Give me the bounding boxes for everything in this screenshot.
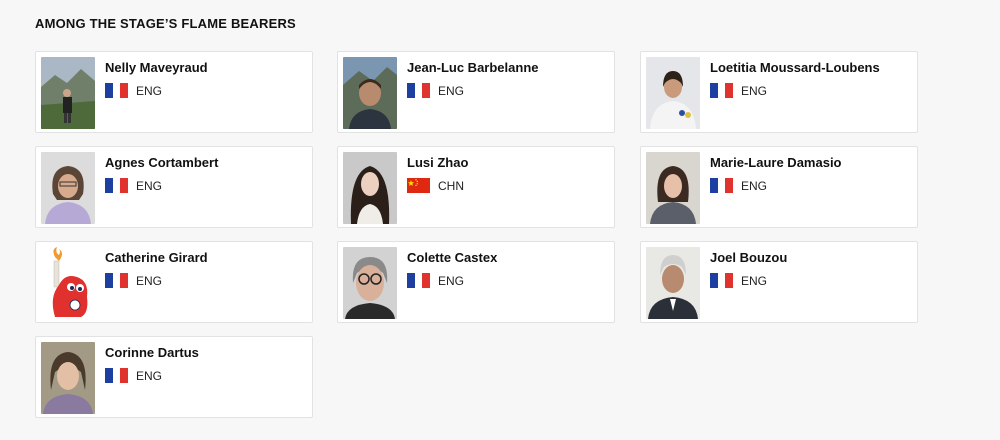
bearer-photo <box>41 57 95 129</box>
bearer-name: Catherine Girard <box>105 250 208 265</box>
bearer-name: Marie-Laure Damasio <box>710 155 842 170</box>
bearer-card[interactable]: Lusi Zhao CHN <box>337 146 615 228</box>
bearer-country: ENG <box>741 84 768 98</box>
bearer-country: ENG <box>136 274 163 288</box>
bearer-country: ENG <box>438 84 465 98</box>
bearer-photo <box>646 247 700 319</box>
bearer-photo <box>646 152 700 224</box>
bearer-card[interactable]: Corinne Dartus ENG <box>35 336 313 418</box>
bearer-name: Agnes Cortambert <box>105 155 219 170</box>
france-flag-icon <box>105 273 128 288</box>
bearer-card[interactable]: Loetitia Moussard-Loubens ENG <box>640 51 918 133</box>
bearer-country: ENG <box>136 84 163 98</box>
bearer-photo <box>343 57 397 129</box>
bearer-card[interactable]: Nelly Maveyraud ENG <box>35 51 313 133</box>
bearer-photo <box>646 57 700 129</box>
bearer-name: Lusi Zhao <box>407 155 469 170</box>
bearer-card[interactable]: Joel Bouzou ENG <box>640 241 918 323</box>
france-flag-icon <box>105 83 128 98</box>
france-flag-icon <box>407 273 430 288</box>
bearer-name: Jean-Luc Barbelanne <box>407 60 539 75</box>
bearer-photo <box>343 247 397 319</box>
bearer-card[interactable]: Catherine Girard ENG <box>35 241 313 323</box>
bearer-country: ENG <box>136 179 163 193</box>
bearer-photo <box>343 152 397 224</box>
china-flag-icon <box>407 178 430 193</box>
bearer-card[interactable]: Colette Castex ENG <box>337 241 615 323</box>
bearer-country: ENG <box>741 274 768 288</box>
france-flag-icon <box>710 83 733 98</box>
bearer-card[interactable]: Marie-Laure Damasio ENG <box>640 146 918 228</box>
bearer-photo <box>41 152 95 224</box>
section-title: AMONG THE STAGE’S FLAME BEARERS <box>35 16 296 31</box>
bearer-country: CHN <box>438 179 464 193</box>
bearer-name: Colette Castex <box>407 250 498 265</box>
bearer-name: Joel Bouzou <box>710 250 788 265</box>
france-flag-icon <box>710 178 733 193</box>
bearer-country: ENG <box>438 274 465 288</box>
mascot-image <box>41 247 95 319</box>
bearer-name: Loetitia Moussard-Loubens <box>710 60 880 75</box>
france-flag-icon <box>407 83 430 98</box>
bearer-country: ENG <box>741 179 768 193</box>
bearer-card[interactable]: Jean-Luc Barbelanne ENG <box>337 51 615 133</box>
france-flag-icon <box>105 368 128 383</box>
bearer-name: Corinne Dartus <box>105 345 199 360</box>
bearer-photo <box>41 342 95 414</box>
bearer-country: ENG <box>136 369 163 383</box>
france-flag-icon <box>105 178 128 193</box>
bearer-card[interactable]: Agnes Cortambert ENG <box>35 146 313 228</box>
bearer-name: Nelly Maveyraud <box>105 60 208 75</box>
france-flag-icon <box>710 273 733 288</box>
